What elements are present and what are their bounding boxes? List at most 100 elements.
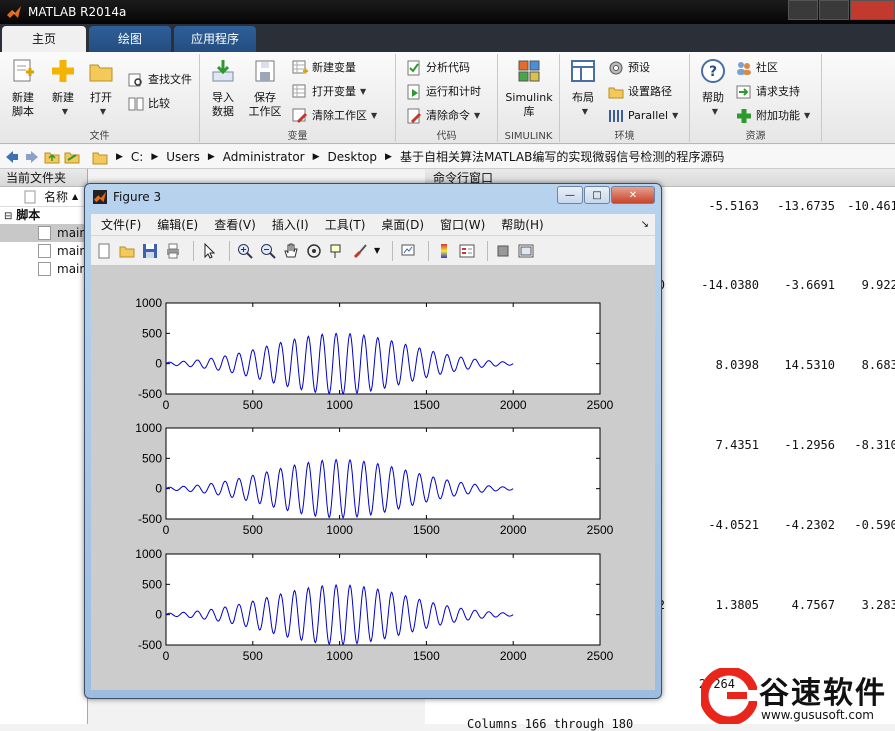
- open-variable-dropdown-icon[interactable]: ▼: [360, 82, 366, 102]
- crumb-project-folder[interactable]: 基于自相关算法MATLAB编写的实现微弱信号检测的程序源码: [400, 148, 724, 165]
- list-item[interactable]: main: [0, 260, 87, 278]
- file-name: main: [57, 262, 87, 276]
- menu-desktop[interactable]: 桌面(D): [381, 216, 424, 233]
- zoom-in-icon[interactable]: [236, 242, 254, 260]
- folder-scripts[interactable]: ⊟ 脚本: [0, 207, 87, 224]
- figure-close-button[interactable]: ✕: [611, 186, 655, 204]
- output-value: 1.3805: [715, 598, 759, 612]
- set-path-label: 设置路径: [628, 85, 672, 98]
- open-button[interactable]: 打开 ▼: [78, 58, 124, 119]
- help-button[interactable]: ? 帮助 ▼: [690, 58, 736, 119]
- data-cursor-icon[interactable]: [328, 242, 346, 260]
- figure-canvas[interactable]: 0 500 1000 1500 2000 2500 -500 0 500 1000 0 500 1000…: [91, 266, 655, 690]
- compare-button[interactable]: 比较: [128, 94, 170, 114]
- menu-view[interactable]: 查看(V): [214, 216, 256, 233]
- zoom-out-icon[interactable]: [259, 242, 277, 260]
- brush-dropdown-icon[interactable]: ▼: [374, 246, 380, 255]
- menu-edit[interactable]: 编辑(E): [157, 216, 198, 233]
- new-figure-icon[interactable]: [95, 242, 113, 260]
- browse-folder-icon[interactable]: [64, 149, 80, 165]
- menu-window[interactable]: 窗口(W): [440, 216, 485, 233]
- preferences-button[interactable]: 预设: [608, 58, 650, 78]
- pointer-icon[interactable]: [200, 242, 218, 260]
- menu-tools[interactable]: 工具(T): [325, 216, 366, 233]
- menu-help[interactable]: 帮助(H): [501, 216, 543, 233]
- open-variable-icon: [292, 84, 306, 98]
- clear-commands-dropdown-icon[interactable]: ▼: [474, 106, 480, 126]
- find-files-button[interactable]: 查找文件: [128, 70, 192, 90]
- back-arrow-icon[interactable]: [4, 149, 20, 165]
- crumb-desktop[interactable]: Desktop: [328, 150, 378, 164]
- clear-workspace-dropdown-icon[interactable]: ▼: [371, 106, 377, 126]
- set-path-button[interactable]: 设置路径: [608, 82, 672, 102]
- add-ons-button[interactable]: 附加功能 ▼: [736, 106, 810, 126]
- figure-titlebar: Figure 3: [93, 190, 161, 204]
- set-path-icon: [608, 87, 624, 99]
- figure-window[interactable]: Figure 3 — □ ✕ 文件(F) 编辑(E) 查看(V) 插入(I) 工…: [84, 183, 662, 699]
- tab-plots[interactable]: 绘图: [89, 26, 171, 52]
- save-workspace-button[interactable]: 保存 工作区: [242, 58, 288, 119]
- collapse-icon[interactable]: ⊟: [4, 211, 12, 222]
- open-file-icon[interactable]: [118, 242, 136, 260]
- request-support-label: 请求支持: [756, 85, 800, 98]
- list-item[interactable]: main: [0, 224, 87, 242]
- analyze-code-button[interactable]: 分析代码: [406, 58, 470, 78]
- import-data-button[interactable]: 导入 数据: [200, 58, 246, 119]
- open-variable-button[interactable]: 打开变量 ▼: [292, 82, 366, 102]
- hide-tools-icon[interactable]: [494, 242, 512, 260]
- layout-dropdown-icon[interactable]: ▼: [564, 105, 606, 119]
- current-folder-title: 当前文件夹: [0, 169, 87, 187]
- x-tick-label: 2000: [500, 523, 527, 537]
- run-and-time-label: 运行和计时: [426, 85, 481, 98]
- y-tick-label: 0: [155, 357, 162, 371]
- tab-apps[interactable]: 应用程序: [174, 26, 256, 52]
- link-plot-icon[interactable]: [399, 242, 417, 260]
- parallel-dropdown-icon[interactable]: ▼: [672, 106, 678, 126]
- maximize-button[interactable]: [819, 0, 849, 20]
- request-support-button[interactable]: 请求支持: [736, 82, 800, 102]
- close-button[interactable]: [850, 0, 895, 20]
- forward-arrow-icon[interactable]: [24, 149, 40, 165]
- run-and-time-button[interactable]: 运行和计时: [406, 82, 481, 102]
- new-variable-button[interactable]: 新建变量: [292, 58, 356, 78]
- y-tick-label: -500: [138, 512, 162, 526]
- colorbar-icon[interactable]: [435, 242, 453, 260]
- up-folder-icon[interactable]: [44, 149, 60, 165]
- crumb-drive[interactable]: C:: [131, 150, 143, 164]
- subplot-3[interactable]: 0 500 1000 1500 2000 2500-50005001000: [135, 547, 613, 663]
- crumb-users[interactable]: Users: [166, 150, 200, 164]
- crumb-administrator[interactable]: Administrator: [223, 150, 305, 164]
- output-value: 4.7567: [791, 598, 835, 612]
- layout-button[interactable]: 布局 ▼: [560, 58, 606, 119]
- minimize-button[interactable]: [788, 0, 818, 20]
- show-tools-icon[interactable]: [517, 242, 535, 260]
- menu-file[interactable]: 文件(F): [101, 216, 141, 233]
- figure-minimize-button[interactable]: —: [557, 186, 583, 204]
- list-item[interactable]: main: [0, 242, 87, 260]
- pan-hand-icon[interactable]: [282, 242, 300, 260]
- clear-workspace-button[interactable]: 清除工作区 ▼: [292, 106, 377, 126]
- rotate-3d-icon[interactable]: [305, 242, 323, 260]
- legend-icon[interactable]: [458, 242, 476, 260]
- brush-icon[interactable]: [351, 242, 369, 260]
- brand-url: www.gususoft.com: [761, 708, 874, 722]
- help-dropdown-icon[interactable]: ▼: [694, 105, 736, 119]
- figure-maximize-button[interactable]: □: [584, 186, 610, 204]
- name-column-header[interactable]: 名称 ▲: [0, 187, 87, 207]
- community-button[interactable]: 社区: [736, 58, 778, 78]
- subplot-2[interactable]: 0 500 1000 1500 2000 2500-50005001000: [135, 421, 613, 537]
- menu-insert[interactable]: 插入(I): [272, 216, 309, 233]
- dock-arrow-icon[interactable]: ↘: [641, 219, 649, 230]
- simulink-library-label: Simulink 库: [505, 91, 553, 118]
- clear-commands-button[interactable]: 清除命令 ▼: [406, 106, 480, 126]
- simulink-library-button[interactable]: Simulink 库: [502, 58, 556, 119]
- add-ons-dropdown-icon[interactable]: ▼: [804, 106, 810, 126]
- subplot-1[interactable]: 0 500 1000 1500 2000 2500-50005001000: [135, 296, 613, 412]
- save-icon[interactable]: [141, 242, 159, 260]
- parallel-button[interactable]: Parallel ▼: [608, 106, 678, 126]
- x-tick-label: 500: [243, 398, 263, 412]
- print-icon[interactable]: [164, 242, 182, 260]
- open-dropdown-icon[interactable]: ▼: [82, 105, 124, 119]
- tab-home[interactable]: 主页: [2, 26, 86, 52]
- current-folder-panel: 当前文件夹 名称 ▲ ⊟ 脚本 main main main: [0, 169, 88, 724]
